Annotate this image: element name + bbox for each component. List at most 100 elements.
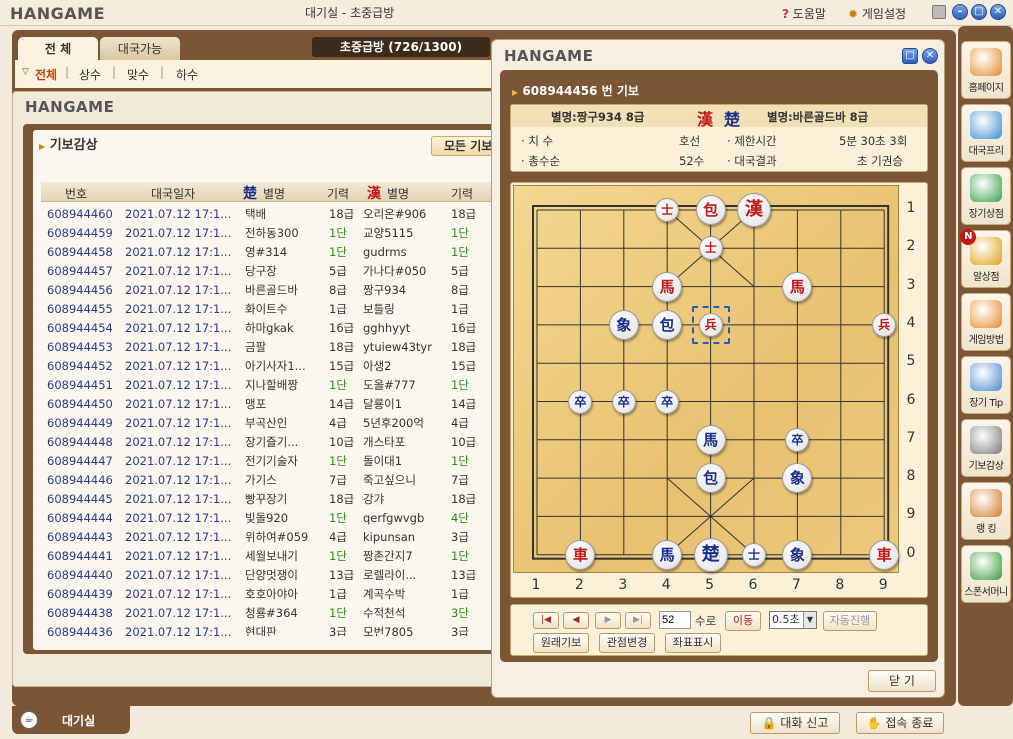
filter-all-records-tab[interactable]: 모든 기보 xyxy=(431,136,497,156)
piece-red[interactable]: 士 xyxy=(655,198,680,222)
prev-move-button[interactable]: ◀ xyxy=(563,612,589,629)
game-settings-link[interactable]: ✹ 게임설정 xyxy=(848,5,906,22)
last-move-button[interactable]: ▶| xyxy=(625,612,651,629)
close-window-button[interactable]: ✕ xyxy=(990,4,1006,20)
cho-nickname: 단양멋쟁이 xyxy=(245,567,298,582)
piece-blue[interactable]: 馬 xyxy=(695,424,726,455)
cho-rank: 13급 xyxy=(329,567,355,582)
table-row[interactable]: 608944451 2021.07.12 17:1... 지나할배짱 1단 도올#777… xyxy=(41,375,483,394)
piece-blue[interactable]: 卒 xyxy=(568,389,593,414)
piece-red[interactable]: 包 xyxy=(695,195,726,225)
table-row[interactable]: 608944448 2021.07.12 17:1... 장기즐기... 10급 개스타… xyxy=(41,432,483,451)
table-row[interactable]: 608944438 2021.07.12 17:1... 청룡#364 1단 수적천석 3… xyxy=(41,603,483,622)
exit-button[interactable]: ✋ 접속 종료 xyxy=(856,712,944,734)
piece-blue[interactable]: 楚 xyxy=(693,537,728,572)
next-move-button[interactable]: ▶ xyxy=(595,612,621,629)
piece-red[interactable]: 兵 xyxy=(872,312,897,337)
header-han-rank[interactable]: 기력 xyxy=(451,185,473,202)
table-row[interactable]: 608944458 2021.07.12 17:1... 영#314 1단 gudrms… xyxy=(41,242,483,261)
goto-move-button[interactable]: 이동 xyxy=(725,611,761,631)
record-date: 2021.07.12 17:1... xyxy=(125,586,232,601)
table-row[interactable]: 608944440 2021.07.12 17:1... 단양멋쟁이 13급 로렐라이.… xyxy=(41,565,483,584)
table-row[interactable]: 608944441 2021.07.12 17:1... 세월보내기 1단 짱촌간지7 1… xyxy=(41,546,483,565)
move-number-input[interactable] xyxy=(659,611,691,629)
table-row[interactable]: 608944456 2021.07.12 17:1... 바른골드바 8급 짱구934 8… xyxy=(41,280,483,299)
header-number[interactable]: 번호 xyxy=(65,185,87,202)
piece-blue[interactable]: 馬 xyxy=(652,539,683,570)
help-link[interactable]: ? 도움말 xyxy=(782,5,826,22)
report-chat-button[interactable]: 🔒 대화 신고 xyxy=(750,712,840,734)
bottom-tab[interactable]: ☕ 대기실 xyxy=(12,706,130,734)
sidebar-item-1[interactable]: 대국프리 xyxy=(961,104,1011,162)
piece-red[interactable]: 馬 xyxy=(782,271,813,302)
header-date[interactable]: 대국일자 xyxy=(151,185,195,202)
piece-blue[interactable]: 包 xyxy=(652,309,683,340)
tab-available[interactable]: 대국가능 xyxy=(100,37,180,61)
piece-red[interactable]: 兵 xyxy=(698,312,723,337)
piece-blue[interactable]: 卒 xyxy=(611,389,636,414)
han-nickname: 짱구934 xyxy=(363,282,407,297)
record-date: 2021.07.12 17:1... xyxy=(125,263,232,278)
piece-blue[interactable]: 卒 xyxy=(655,389,680,414)
piece-red[interactable]: 馬 xyxy=(652,271,683,302)
header-han-nick[interactable]: 별명 xyxy=(387,185,409,202)
table-row[interactable]: 608944445 2021.07.12 17:1... 빵꾸장기 18급 강갸 18급 xyxy=(41,489,483,508)
sidebar-item-0[interactable]: 홈페이지 xyxy=(961,41,1011,99)
speed-select[interactable]: 0.5초 ▼ xyxy=(769,611,817,629)
piece-blue[interactable]: 士 xyxy=(742,542,766,567)
sidebar-item-2[interactable]: 장기상점 xyxy=(961,167,1011,225)
table-row[interactable]: 608944459 2021.07.12 17:1... 전하동300 1단 교양511… xyxy=(41,223,483,242)
dialog-restore-button[interactable]: □ xyxy=(902,48,918,64)
table-row[interactable]: 608944450 2021.07.12 17:1... 맹포 14급 달룡이1 14급 xyxy=(41,394,483,413)
piece-blue[interactable]: 包 xyxy=(695,463,726,494)
piece-blue[interactable]: 象 xyxy=(608,309,639,340)
filter-superior[interactable]: 상수 xyxy=(79,66,101,83)
sidebar-item-3[interactable]: 알상점 N xyxy=(960,229,1011,288)
table-row[interactable]: 608944457 2021.07.12 17:1... 당구장 5급 가나다#050 5… xyxy=(41,261,483,280)
sidebar-item-8[interactable]: 스폰서머니 xyxy=(961,545,1011,603)
filter-inferior[interactable]: 하수 xyxy=(176,66,198,83)
piece-blue[interactable]: 象 xyxy=(782,539,813,570)
dialog-close-button[interactable]: 닫 기 xyxy=(868,670,936,692)
lock-icon: 🔒 xyxy=(761,716,777,730)
sidebar-item-4[interactable]: 게임방법 xyxy=(961,293,1011,351)
table-row[interactable]: 608944444 2021.07.12 17:1... 빛돌920 1단 qerfgw… xyxy=(41,508,483,527)
record-date: 2021.07.12 17:1... xyxy=(125,510,232,525)
sidebar-item-6[interactable]: 기보감상 xyxy=(961,419,1011,477)
table-row[interactable]: 608944447 2021.07.12 17:1... 전기기술자 1단 돌이대1 1단 xyxy=(41,451,483,470)
maximize-button[interactable]: □ xyxy=(971,4,987,20)
table-row[interactable]: 608944453 2021.07.12 17:1... 금팔 18급 ytuiew43… xyxy=(41,337,483,356)
change-view-button[interactable]: 관점변경 xyxy=(599,633,655,653)
filter-equal[interactable]: 맞수 xyxy=(127,66,149,83)
tab-all[interactable]: 전 체 xyxy=(18,37,98,61)
table-row[interactable]: 608944452 2021.07.12 17:1... 아기사자1... 15급 아생… xyxy=(41,356,483,375)
table-row[interactable]: 608944446 2021.07.12 17:1... 가기스 7급 죽고싶으니 7급 xyxy=(41,470,483,489)
sidebar-item-5[interactable]: 장기 Tip xyxy=(961,356,1011,414)
show-coords-button[interactable]: 좌표표시 xyxy=(665,633,721,653)
piece-red[interactable]: 車 xyxy=(565,539,596,570)
original-record-button[interactable]: 원래기보 xyxy=(533,633,589,653)
table-row[interactable]: 608944439 2021.07.12 17:1... 호호아야아 1급 계곡수박 1급 xyxy=(41,584,483,603)
piece-red[interactable]: 士 xyxy=(698,236,723,261)
piece-red[interactable]: 漢 xyxy=(737,193,771,227)
piece-red[interactable]: 車 xyxy=(869,539,900,570)
table-row[interactable]: 608944454 2021.07.12 17:1... 하마gkak 16급 gghh… xyxy=(41,318,483,337)
janggi-board[interactable]: 士包漢士馬馬兵兵車車象包卒卒卒馬卒包象馬楚士象 xyxy=(513,185,900,573)
han-nickname: ytuiew43tyr xyxy=(363,339,432,354)
dialog-close-x-button[interactable]: ✕ xyxy=(922,48,938,64)
auto-play-button[interactable]: 자동진행 xyxy=(823,611,877,631)
filter-all[interactable]: 전체 xyxy=(35,66,57,83)
minimize-button[interactable]: – xyxy=(952,4,968,20)
table-row[interactable]: 608944449 2021.07.12 17:1... 부곡산인 4급 5년후200억… xyxy=(41,413,483,432)
table-row[interactable]: 608944443 2021.07.12 17:1... 위하여#059 4급 kipu… xyxy=(41,527,483,546)
han-player-label: 별명:짱구934 8급 xyxy=(551,110,645,124)
grid-view-icon[interactable] xyxy=(932,5,946,19)
col-label: 6 xyxy=(748,577,758,593)
header-cho-rank[interactable]: 기력 xyxy=(327,185,349,202)
first-move-button[interactable]: |◀ xyxy=(533,612,559,629)
table-row[interactable]: 608944460 2021.07.12 17:1... 택배 18급 오리온#906 1… xyxy=(41,204,483,223)
table-row[interactable]: 608944455 2021.07.12 17:1... 화이트수 1급 보틀링 1급 xyxy=(41,299,483,318)
table-row[interactable]: 608944436 2021.07.12 17:1... 현대판 3급 모번7805 3급 xyxy=(41,622,483,637)
sidebar-item-7[interactable]: 랭 킹 xyxy=(961,482,1011,540)
header-cho-nick[interactable]: 별명 xyxy=(263,185,285,202)
